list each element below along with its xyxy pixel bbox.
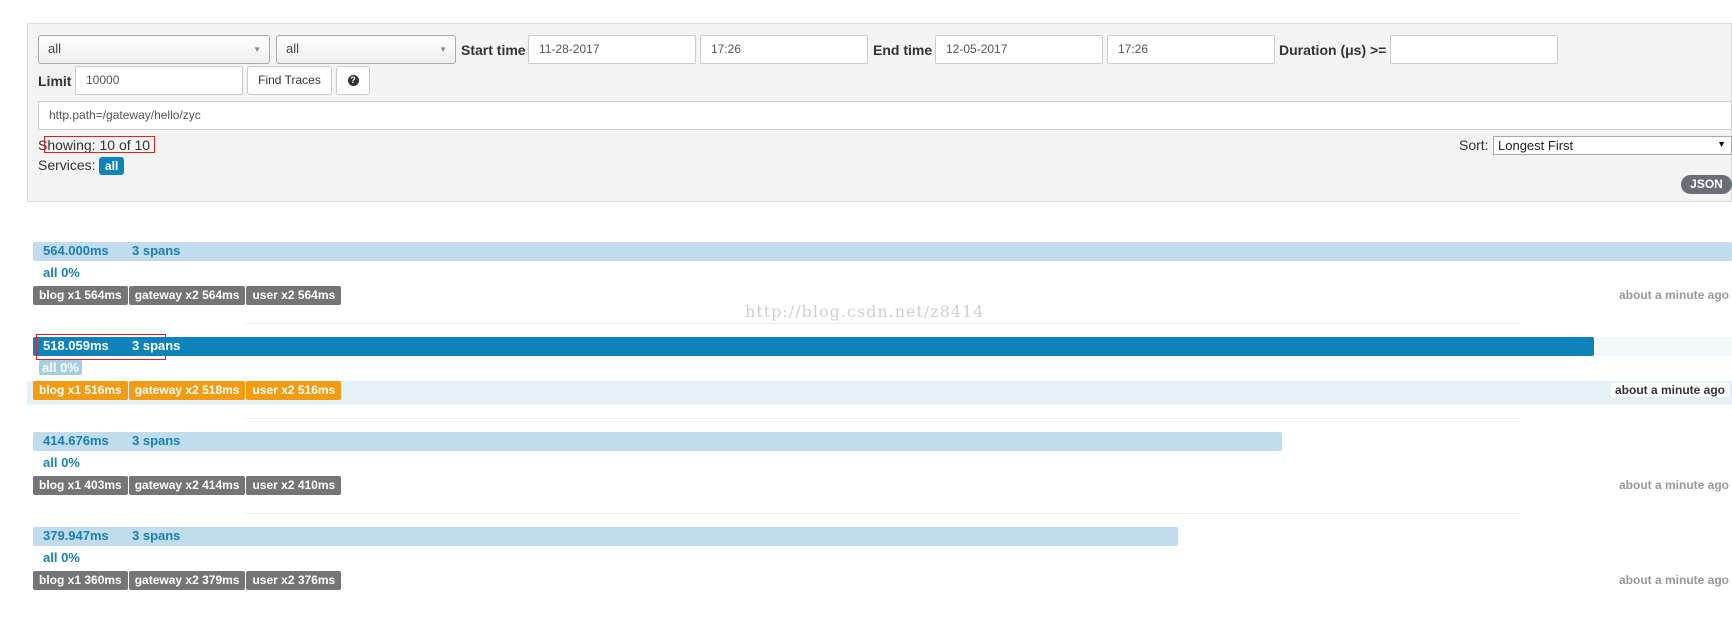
chevron-down-icon: ▼	[439, 45, 447, 54]
annotation-query-input[interactable]: http.path=/gateway/hello/zyc	[38, 101, 1732, 130]
service-tags: blog x1 403ms gateway x2 414ms user x2 410…	[33, 476, 342, 495]
service-badge-all[interactable]: all	[99, 157, 125, 175]
service-tag-gateway: gateway x2 379ms	[128, 571, 246, 590]
trace-service-percentage: all 0%	[43, 455, 80, 470]
duration-label: Duration (μs) >=	[1279, 42, 1387, 58]
divider	[245, 323, 1520, 324]
service-tag-user: user x2 564ms	[246, 286, 342, 305]
service-select[interactable]: all ▼	[38, 35, 270, 64]
start-date-input[interactable]: 11-28-2017	[528, 35, 696, 64]
trace-span-count: 3 spans	[132, 433, 181, 448]
json-button[interactable]: JSON	[1681, 175, 1732, 194]
service-tags: blog x1 360ms gateway x2 379ms user x2 376…	[33, 571, 342, 590]
end-time-label: End time	[873, 42, 933, 58]
start-time-label: Start time	[461, 42, 526, 58]
chevron-down-icon: ▼	[1717, 139, 1726, 149]
trace-duration: 379.947ms	[43, 528, 109, 543]
trace-service-percentage: all 0%	[39, 360, 82, 375]
service-tag-user: user x2 516ms	[246, 381, 342, 400]
service-tag-blog: blog x1 564ms	[33, 286, 128, 305]
trace-service-percentage: all 0%	[43, 265, 80, 280]
service-tags: blog x1 564ms gateway x2 564ms user x2 564…	[33, 286, 342, 305]
sort-select[interactable]: Longest First ▼	[1493, 136, 1732, 155]
service-tag-user: user x2 410ms	[246, 476, 342, 495]
duration-bar	[33, 337, 1594, 356]
trace-span-count: 3 spans	[132, 528, 181, 543]
trace-row[interactable]: 379.947ms 3 spans all 0% blog x1 360ms ga…	[27, 527, 1732, 622]
limit-input[interactable]: 10000	[75, 66, 243, 95]
sort-label: Sort:	[1459, 137, 1489, 153]
trace-timestamp: about a minute ago	[1618, 288, 1729, 302]
watermark: http://blog.csdn.net/z8414	[745, 302, 985, 321]
divider	[245, 513, 1520, 514]
trace-timestamp: about a minute ago	[1610, 383, 1729, 397]
trace-timestamp: about a minute ago	[1618, 573, 1729, 587]
highlight-box	[36, 334, 166, 360]
help-button[interactable]: ?	[336, 66, 370, 95]
sort-value: Longest First	[1498, 138, 1574, 153]
services-label: Services:	[38, 157, 96, 173]
service-tag-blog: blog x1 403ms	[33, 476, 128, 495]
duration-input[interactable]	[1390, 35, 1558, 64]
service-tag-gateway: gateway x2 414ms	[128, 476, 246, 495]
find-traces-button[interactable]: Find Traces	[247, 66, 332, 95]
service-tag-blog: blog x1 516ms	[33, 381, 128, 400]
trace-timestamp: about a minute ago	[1618, 478, 1729, 492]
limit-label: Limit	[38, 73, 72, 89]
duration-bar	[33, 527, 1178, 546]
trace-span-count: 3 spans	[132, 243, 181, 258]
end-time-input[interactable]: 17:26	[1107, 35, 1275, 64]
trace-duration: 414.676ms	[43, 433, 109, 448]
service-tag-user: user x2 376ms	[246, 571, 342, 590]
highlight-box	[44, 136, 155, 153]
trace-duration: 564.000ms	[43, 243, 109, 258]
trace-service-percentage: all 0%	[43, 550, 80, 565]
service-select-value: all	[48, 41, 62, 56]
question-icon: ?	[347, 75, 359, 87]
service-tag-blog: blog x1 360ms	[33, 571, 128, 590]
span-name-select[interactable]: all ▼	[276, 35, 456, 64]
chevron-down-icon: ▼	[253, 45, 261, 54]
service-tag-gateway: gateway x2 518ms	[128, 381, 246, 400]
service-tag-gateway: gateway x2 564ms	[128, 286, 246, 305]
end-date-input[interactable]: 12-05-2017	[935, 35, 1103, 64]
duration-bar	[33, 242, 1732, 261]
start-time-input[interactable]: 17:26	[700, 35, 868, 64]
divider	[245, 418, 1520, 419]
service-tags: blog x1 516ms gateway x2 518ms user x2 516…	[33, 381, 342, 400]
span-select-value: all	[286, 41, 300, 56]
duration-bar	[33, 432, 1282, 451]
